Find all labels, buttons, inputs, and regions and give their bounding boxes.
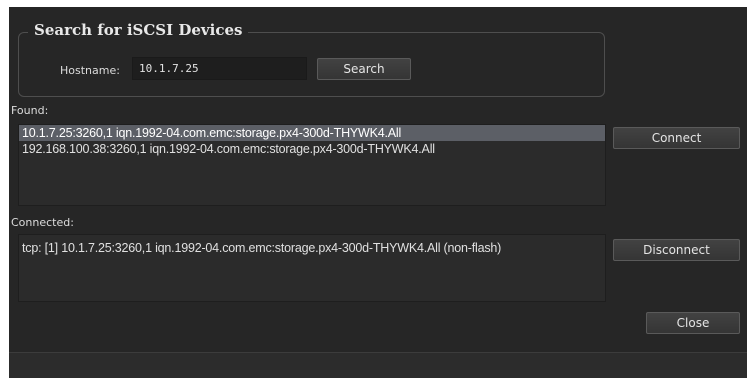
found-label: Found: (11, 104, 49, 117)
connected-list-item[interactable]: tcp: [1] 10.1.7.25:3260,1 iqn.1992-04.co… (19, 240, 605, 256)
hostname-label: Hostname: (60, 64, 120, 77)
hostname-input[interactable] (132, 57, 307, 80)
iscsi-dialog: Search for iSCSI Devices Hostname: Searc… (9, 7, 747, 378)
connect-button[interactable]: Connect (613, 127, 740, 149)
search-button[interactable]: Search (317, 58, 411, 80)
found-list-item[interactable]: 10.1.7.25:3260,1 iqn.1992-04.com.emc:sto… (19, 125, 605, 141)
search-group-title: Search for iSCSI Devices (28, 21, 249, 39)
found-list[interactable]: 10.1.7.25:3260,1 iqn.1992-04.com.emc:sto… (18, 124, 606, 206)
dialog-bottom-strip (9, 352, 747, 378)
connected-label: Connected: (11, 216, 74, 229)
found-list-item[interactable]: 192.168.100.38:3260,1 iqn.1992-04.com.em… (19, 141, 605, 157)
disconnect-button[interactable]: Disconnect (613, 239, 740, 261)
connected-list[interactable]: tcp: [1] 10.1.7.25:3260,1 iqn.1992-04.co… (18, 234, 606, 302)
close-button[interactable]: Close (646, 312, 740, 334)
